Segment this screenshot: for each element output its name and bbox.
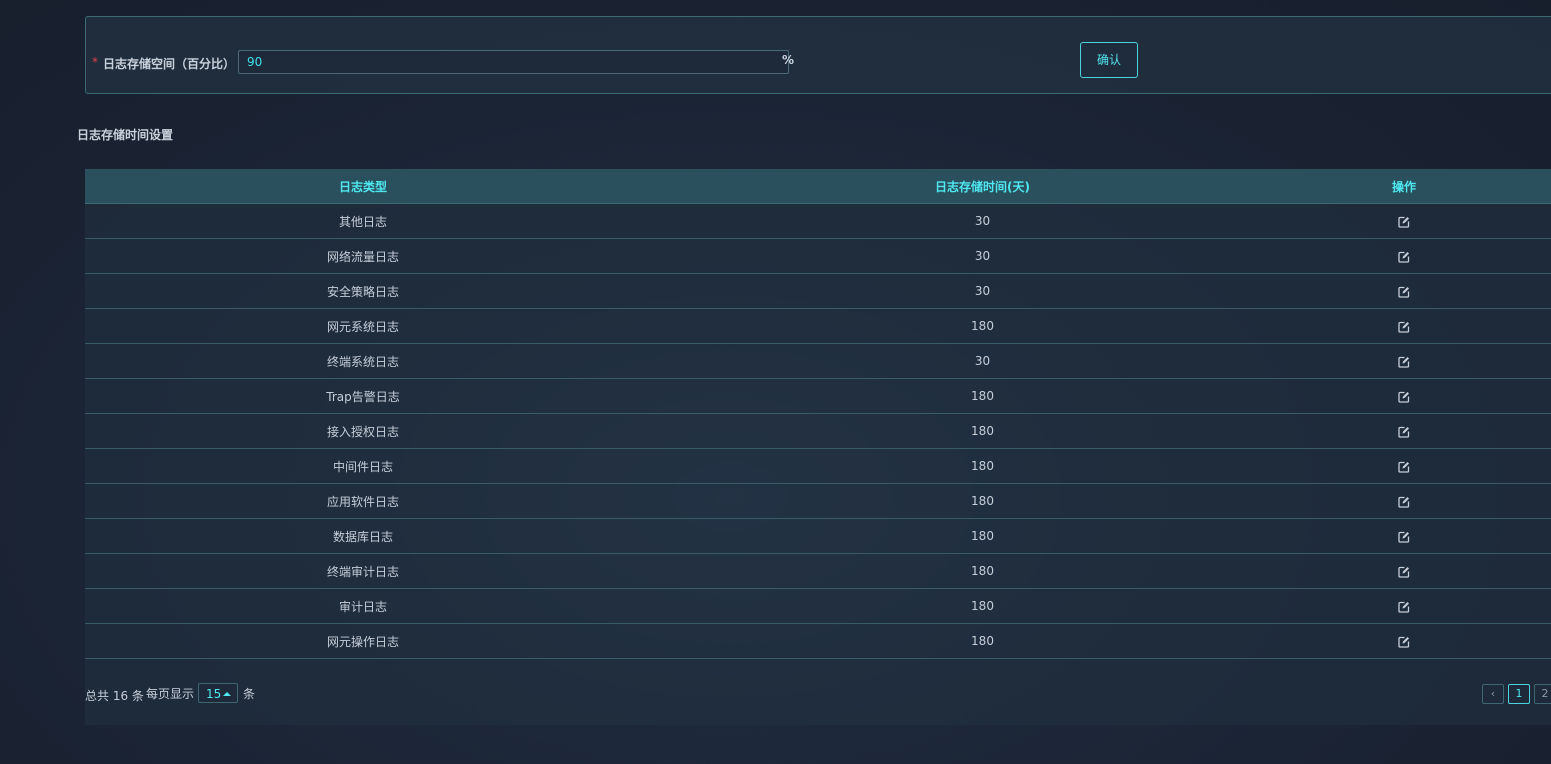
cell-retention-days: 180 [971, 634, 994, 648]
cell-action [1324, 529, 1484, 543]
pagination-bar: 总共 16 条 每页显示 15 条 ‹ 1 2 [85, 679, 1551, 709]
cell-log-type: 其他日志 [338, 214, 387, 229]
cell-retention-days: 180 [971, 529, 994, 543]
section-title: 日志存储时间设置 [77, 128, 174, 142]
cell-action [1324, 354, 1484, 368]
table-row: 中间件日志 180 [85, 449, 1551, 484]
page-button-2[interactable]: 2 [1534, 684, 1551, 704]
cell-log-type: 中间件日志 [332, 459, 393, 474]
header-retention-days: 日志存储时间(天) [935, 179, 1030, 194]
cell-retention-days: 180 [971, 564, 994, 578]
cell-retention-days: 180 [971, 389, 994, 403]
cell-retention-days: 30 [974, 354, 991, 368]
cell-log-type: 网元系统日志 [326, 319, 399, 334]
edit-icon[interactable] [1398, 321, 1410, 333]
edit-icon[interactable] [1398, 601, 1410, 613]
cell-log-type: 网络流量日志 [326, 249, 399, 264]
cell-log-type: Trap告警日志 [326, 389, 400, 404]
cell-retention-days: 30 [974, 214, 991, 228]
cell-retention-days: 180 [971, 424, 994, 438]
prev-page-button[interactable]: ‹ [1482, 684, 1504, 704]
cell-action [1324, 634, 1484, 648]
edit-icon[interactable] [1398, 566, 1410, 578]
table-row: 网元操作日志 180 [85, 624, 1551, 659]
caret-up-icon [223, 692, 231, 696]
table-row: 网络流量日志 30 [85, 239, 1551, 274]
table-row: 安全策略日志 30 [85, 274, 1551, 309]
header-log-type: 日志类型 [338, 179, 387, 194]
cell-log-type: 应用软件日志 [326, 494, 399, 509]
storage-percent-label: 日志存储空间（百分比） [103, 57, 236, 71]
log-retention-table: 日志类型 日志存储时间(天) 操作 其他日志 30 网络流量日志 30 安全策略日志 30… [85, 169, 1551, 725]
cell-retention-days: 180 [971, 459, 994, 473]
per-page-label: 每页显示 [146, 687, 195, 701]
cell-action [1324, 599, 1484, 613]
cell-action [1324, 564, 1484, 578]
storage-percent-input[interactable]: 90 [238, 50, 789, 74]
table-header: 日志类型 日志存储时间(天) 操作 [85, 169, 1551, 204]
page-button-1[interactable]: 1 [1508, 684, 1530, 704]
cell-action [1324, 214, 1484, 228]
cell-retention-days: 30 [974, 249, 991, 263]
cell-log-type: 审计日志 [338, 599, 387, 614]
cell-action [1324, 284, 1484, 298]
table-row: Trap告警日志 180 [85, 379, 1551, 414]
table-row: 接入授权日志 180 [85, 414, 1551, 449]
per-page-select[interactable]: 15 [198, 683, 238, 703]
edit-icon[interactable] [1398, 286, 1410, 298]
edit-icon[interactable] [1398, 531, 1410, 543]
edit-icon[interactable] [1398, 496, 1410, 508]
cell-log-type: 安全策略日志 [326, 284, 399, 299]
table-row: 网元系统日志 180 [85, 309, 1551, 344]
header-action: 操作 [1391, 179, 1416, 194]
table-row: 其他日志 30 [85, 204, 1551, 239]
percent-unit: % [782, 53, 795, 67]
cell-retention-days: 180 [971, 494, 994, 508]
cell-retention-days: 30 [974, 284, 991, 298]
table-row: 审计日志 180 [85, 589, 1551, 624]
cell-action [1324, 319, 1484, 333]
cell-log-type: 网元操作日志 [326, 634, 399, 649]
edit-icon[interactable] [1398, 251, 1410, 263]
cell-log-type: 终端审计日志 [326, 564, 399, 579]
edit-icon[interactable] [1398, 356, 1410, 368]
storage-settings-panel: * 日志存储空间（百分比） 90 % 确认 [85, 16, 1551, 94]
cell-log-type: 终端系统日志 [326, 354, 399, 369]
edit-icon[interactable] [1398, 426, 1410, 438]
cell-action [1324, 459, 1484, 473]
table-row: 终端审计日志 180 [85, 554, 1551, 589]
edit-icon[interactable] [1398, 636, 1410, 648]
table-row: 终端系统日志 30 [85, 344, 1551, 379]
edit-icon[interactable] [1398, 461, 1410, 473]
confirm-button[interactable]: 确认 [1080, 42, 1138, 78]
cell-log-type: 数据库日志 [332, 529, 393, 544]
per-page-unit: 条 [243, 687, 256, 701]
edit-icon[interactable] [1398, 391, 1410, 403]
cell-retention-days: 180 [971, 319, 994, 333]
per-page-value: 15 [206, 687, 222, 701]
table-body: 其他日志 30 网络流量日志 30 安全策略日志 30 网元系统日志 180 终端系统日志 30 T… [85, 204, 1551, 659]
total-count: 总共 16 条 [85, 689, 144, 703]
table-row: 应用软件日志 180 [85, 484, 1551, 519]
cell-action [1324, 389, 1484, 403]
edit-icon[interactable] [1398, 216, 1410, 228]
required-mark: * [92, 55, 98, 69]
cell-log-type: 接入授权日志 [326, 424, 399, 439]
cell-retention-days: 180 [971, 599, 994, 613]
table-row: 数据库日志 180 [85, 519, 1551, 554]
cell-action [1324, 249, 1484, 263]
cell-action [1324, 424, 1484, 438]
cell-action [1324, 494, 1484, 508]
